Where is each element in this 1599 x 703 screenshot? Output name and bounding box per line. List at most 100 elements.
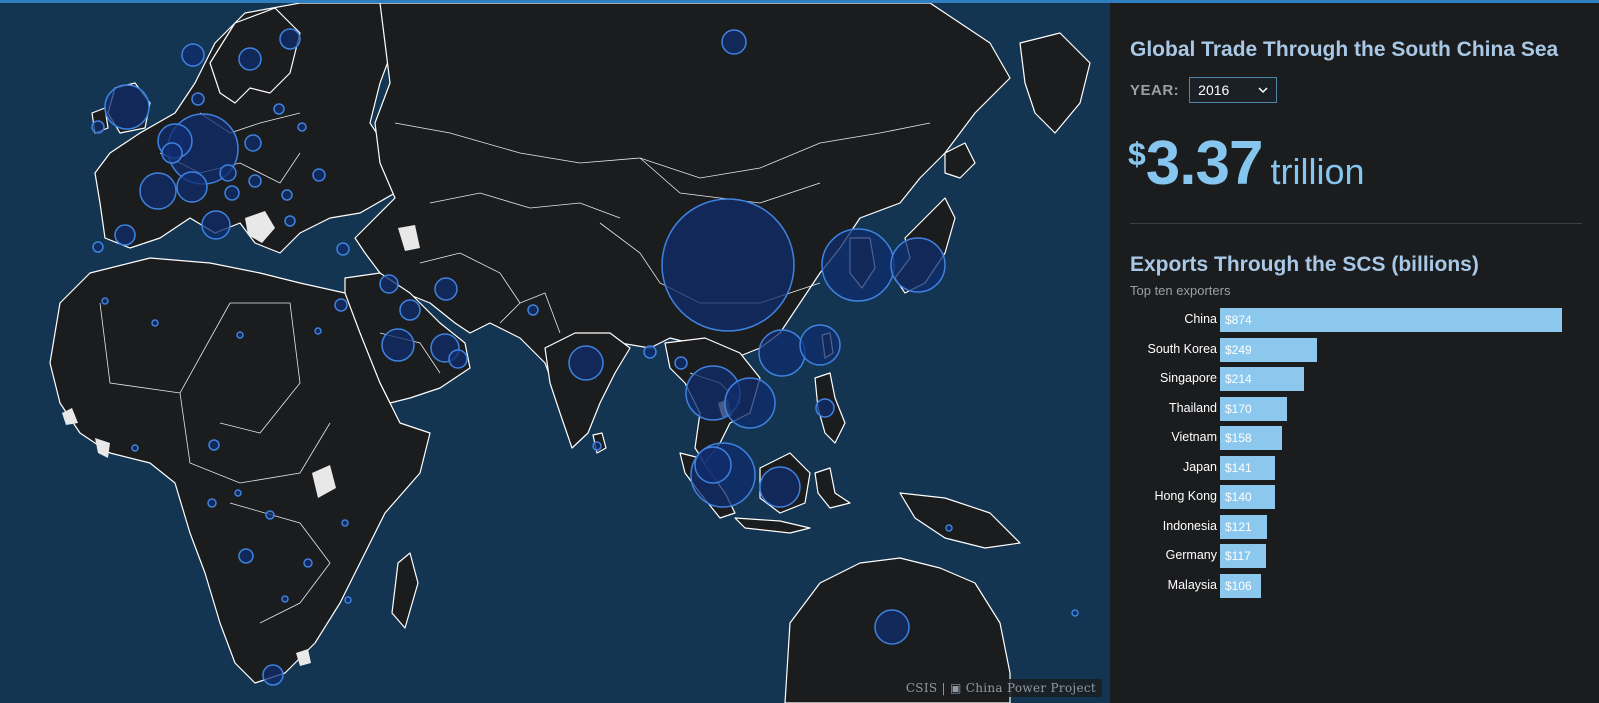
year-dropdown[interactable]: 2016 (1189, 77, 1278, 103)
bubble-iran[interactable] (434, 277, 458, 301)
total-unit: trillion (1270, 151, 1365, 192)
bar-value-label: $170 (1225, 401, 1252, 416)
bubble-greece[interactable] (284, 215, 296, 227)
chevron-down-icon (1258, 87, 1268, 94)
bubble-philippines[interactable] (815, 398, 835, 418)
bubble-russia[interactable] (721, 29, 747, 55)
bubble-poland[interactable] (244, 134, 262, 152)
bar-category-label: Vietnam (1171, 430, 1217, 444)
bar[interactable] (1220, 308, 1562, 332)
bubble-myanmar[interactable] (674, 356, 688, 370)
bar-category-label: Japan (1182, 459, 1217, 474)
bubble-ukraine[interactable] (281, 189, 293, 201)
bar-row[interactable]: Indonesia $121 (1110, 514, 1599, 539)
bar-row[interactable]: Japan $141 (1110, 455, 1599, 480)
bubble-papua-new-guinea[interactable] (945, 524, 953, 532)
bar-value-label: $106 (1225, 578, 1252, 593)
bubble-belgium[interactable] (161, 142, 183, 164)
bubble-japan[interactable] (890, 237, 946, 293)
bubble-zambia[interactable] (281, 595, 289, 603)
bubble-france[interactable] (139, 172, 177, 210)
bubble-tanzania[interactable] (341, 519, 349, 527)
bubble-congo[interactable] (265, 510, 275, 520)
bubble-switzerland[interactable] (176, 171, 208, 203)
bar-value-label: $874 (1225, 313, 1252, 327)
bar-value-label: $117 (1225, 549, 1251, 563)
bubble-malaysia[interactable] (694, 446, 732, 484)
landmass-kamchatka (1019, 32, 1091, 134)
year-value: 2016 (1198, 82, 1230, 98)
bar-value-label: $214 (1225, 372, 1252, 386)
bubble-mozambique[interactable] (303, 558, 313, 568)
bar-row[interactable]: Vietnam $158 (1110, 426, 1599, 450)
bar-category-label: China (1184, 312, 1217, 326)
bubble-ireland[interactable] (91, 120, 105, 134)
bubble-algeria[interactable] (151, 319, 159, 327)
bubble-iraq[interactable] (379, 274, 399, 294)
bar-row[interactable]: Malaysia $106 (1110, 573, 1599, 598)
bubble-israel[interactable] (334, 298, 348, 312)
bar-value-label: $121 (1225, 519, 1252, 534)
bubble-south-korea[interactable] (821, 228, 895, 302)
bar-row[interactable]: South Korea $249 (1110, 337, 1599, 362)
bubble-pakistan[interactable] (527, 304, 539, 316)
bar-row[interactable]: Germany $117 (1110, 544, 1599, 568)
landmass-hokkaido (944, 142, 976, 179)
bubble-cameroon[interactable] (234, 489, 242, 497)
section-divider (1130, 223, 1582, 224)
panel-title: Global Trade Through the South China Sea (1130, 38, 1559, 61)
bubble-vietnam[interactable] (724, 377, 776, 429)
bubble-uk[interactable] (104, 84, 150, 130)
bubble-italy[interactable] (201, 210, 231, 240)
bubble-morocco[interactable] (101, 297, 109, 305)
bar-value-label: $158 (1225, 431, 1252, 445)
bubble-sweden[interactable] (238, 47, 262, 71)
bubble-indonesia[interactable] (759, 466, 801, 508)
bubble-taiwan[interactable] (799, 324, 841, 366)
bar-category-label: Indonesia (1162, 518, 1217, 533)
bubble-kenya[interactable] (344, 596, 352, 604)
bubble-new-caledonia[interactable] (1071, 609, 1079, 617)
bubble-lithuania[interactable] (273, 103, 285, 115)
bubble-south-africa[interactable] (262, 664, 284, 686)
bubble-bangladesh[interactable] (643, 345, 657, 359)
bubble-hungary[interactable] (248, 174, 262, 188)
world-map[interactable]: CSIS | ▣ China Power Project (0, 3, 1110, 703)
bubble-nigeria[interactable] (208, 439, 220, 451)
bar-row[interactable]: Thailand $170 (1110, 396, 1599, 421)
bubble-austria[interactable] (224, 185, 240, 201)
bar-row[interactable]: China $874 (1110, 308, 1599, 332)
landmass-java (734, 517, 811, 534)
bubble-norway[interactable] (181, 43, 205, 67)
bubble-czech[interactable] (219, 164, 237, 182)
bubble-estonia[interactable] (297, 122, 307, 132)
bubble-india[interactable] (568, 345, 604, 381)
bubble-denmark[interactable] (191, 92, 205, 106)
bar-row[interactable]: Singapore $214 (1110, 367, 1599, 391)
currency-symbol: $ (1128, 136, 1146, 172)
bubble-angola[interactable] (238, 548, 254, 564)
bubble-libya[interactable] (236, 331, 244, 339)
bubble-hong-kong[interactable] (758, 329, 806, 377)
bubble-egypt[interactable] (314, 327, 322, 335)
bubble-saudi-arabia[interactable] (381, 328, 415, 362)
bubble-australia[interactable] (874, 609, 910, 645)
bubble-kuwait[interactable] (399, 299, 421, 321)
bar-row[interactable]: Hong Kong $140 (1110, 485, 1599, 509)
info-panel: Global Trade Through the South China Sea… (1110, 3, 1599, 703)
bubble-sri-lanka[interactable] (592, 441, 602, 451)
bubble-china[interactable] (661, 198, 795, 332)
bubble-portugal[interactable] (92, 241, 104, 253)
bubble-finland[interactable] (279, 28, 301, 50)
bubble-ghana[interactable] (131, 444, 139, 452)
bubble-spain[interactable] (114, 224, 136, 246)
bubble-gabon[interactable] (207, 498, 217, 508)
bar-category-label: Singapore (1160, 371, 1217, 385)
bar-category-label: Germany (1165, 548, 1217, 562)
year-label: YEAR: (1130, 81, 1180, 99)
bubble-qatar[interactable] (448, 349, 468, 369)
bar-value-label: $249 (1225, 342, 1252, 357)
map-canvas[interactable] (0, 3, 1110, 703)
bubble-romania[interactable] (312, 168, 326, 182)
bubble-turkey[interactable] (336, 242, 350, 256)
